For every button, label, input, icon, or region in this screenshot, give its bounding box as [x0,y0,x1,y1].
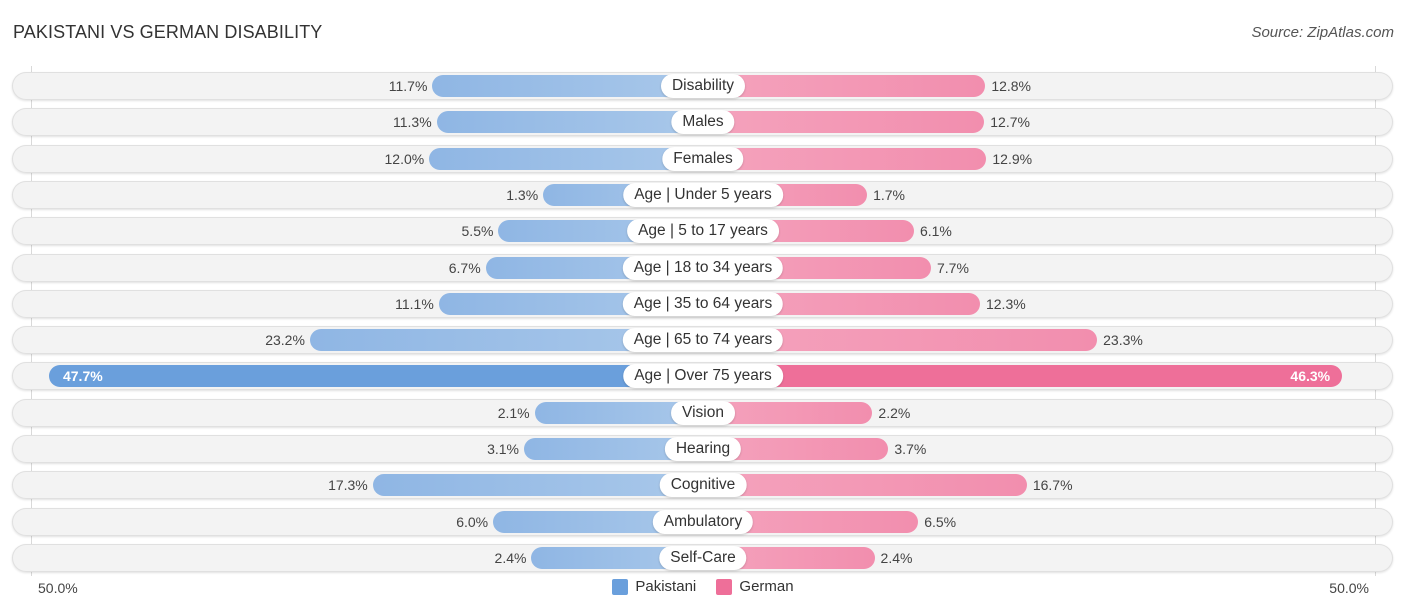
value-label-german: 1.7% [873,186,906,203]
value-label-german: 12.3% [985,295,1026,312]
category-label: Age | Over 75 years [623,364,783,389]
category-label: Disability [660,74,746,98]
value-label-pakistani: 11.3% [392,114,432,131]
value-label-pakistani: 17.3% [328,477,368,494]
bar-pakistani [436,111,703,134]
value-label-pakistani: 3.1% [487,441,519,457]
category-label: Age | 35 to 64 years [622,291,784,316]
value-label-german: 12.9% [992,150,1033,167]
category-label: Age | 5 to 17 years [627,219,779,244]
bar-german [703,365,1343,388]
left-gridline [31,66,32,576]
value-label-pakistani: 6.7% [448,259,481,276]
value-label-pakistani: 11.7% [388,78,428,94]
right-gridline [1375,66,1376,576]
value-label-german: 2.4% [880,549,913,566]
category-label: Males [671,110,735,135]
category-label: Vision [671,400,735,425]
value-label-pakistani: 12.0% [384,150,425,167]
bar-german [703,474,1027,497]
value-label-pakistani: 1.3% [506,186,539,203]
legend-swatch-pakistani [612,578,629,595]
category-label: Age | 65 to 74 years [622,328,784,353]
legend-item-pakistani: Pakistani [612,578,696,595]
category-label: Cognitive [659,473,747,498]
bar-pakistani [372,474,703,497]
category-label: Ambulatory [652,509,754,534]
value-label-pakistani: 5.5% [461,223,494,240]
value-label-german: 46.3% [1290,368,1331,385]
bar-german [703,75,986,97]
category-label: Hearing [664,437,742,461]
category-label: Females [662,146,744,171]
value-label-german: 12.8% [991,78,1032,94]
legend-item-german: German [716,578,794,595]
legend-label-pakistani: Pakistani [635,578,697,595]
category-label: Self-Care [659,545,747,570]
bar-german [703,111,985,134]
value-label-pakistani: 11.1% [395,295,434,312]
value-label-pakistani: 2.4% [494,549,527,566]
value-label-german: 16.7% [1032,477,1073,494]
value-label-pakistani: 23.2% [265,332,305,349]
value-label-german: 23.3% [1103,332,1143,349]
value-label-pakistani: 2.1% [497,404,530,421]
category-label: Age | 18 to 34 years [622,255,784,280]
value-label-german: 6.1% [919,223,952,240]
legend-swatch-german [716,578,733,595]
bar-german [703,147,987,170]
value-label-german: 6.5% [924,513,957,530]
value-label-pakistani: 47.7% [62,368,103,385]
value-label-pakistani: 6.0% [456,513,489,530]
value-label-german: 7.7% [937,259,969,276]
value-label-german: 2.2% [878,404,911,421]
category-label: Age | Under 5 years [623,182,783,207]
chart-title: PAKISTANI VS GERMAN DISABILITY [13,22,323,42]
value-label-german: 12.7% [990,114,1030,131]
value-label-german: 3.7% [894,441,927,457]
source-credit: Source: ZipAtlas.com [1251,24,1394,41]
legend-label-german: German [739,578,794,595]
bar-pakistani [48,365,703,388]
legend: Pakistani German [0,578,1406,599]
